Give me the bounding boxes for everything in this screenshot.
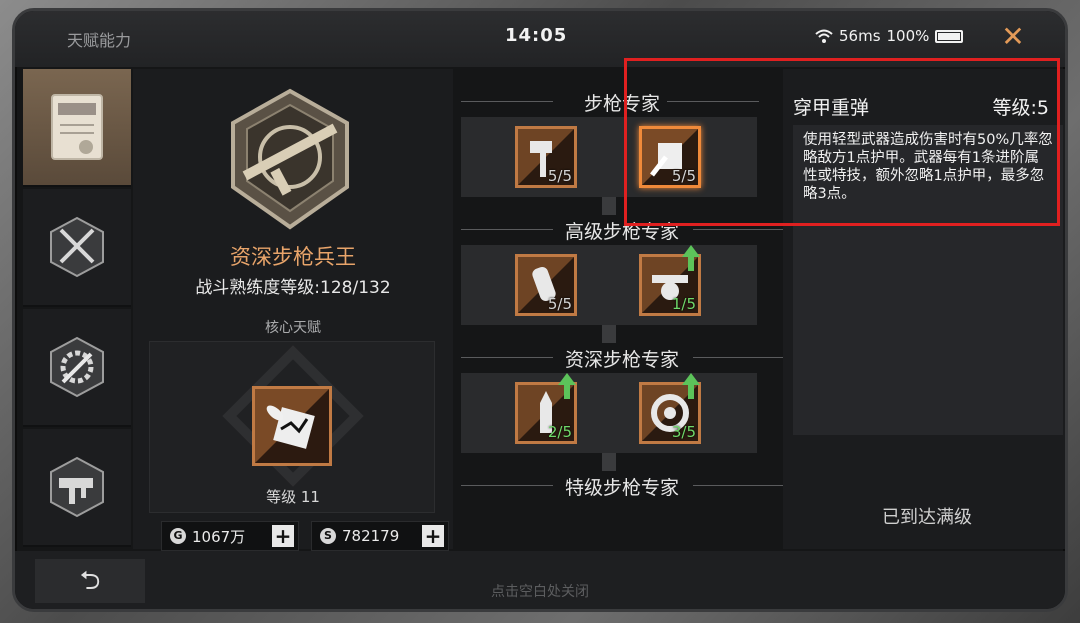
close-button[interactable]: ✕ xyxy=(999,23,1027,51)
tab-smg[interactable] xyxy=(23,429,131,547)
skill-level: 3/5 xyxy=(671,423,696,441)
certificate-icon xyxy=(51,94,103,160)
submachine-gun-icon xyxy=(50,456,104,518)
core-talent-label: 核心天赋 xyxy=(265,320,321,336)
battery-percent: 100% xyxy=(886,27,930,45)
profile-panel: 资深步枪兵王 战斗熟练度等级:128/132 核心天赋 等级 11 G 1067… xyxy=(133,69,453,551)
bottom-bar: ⮌ 点击空白处关闭 xyxy=(15,551,1065,609)
skill-level: 2/5 xyxy=(547,423,572,441)
app-title: 天赋能力 xyxy=(67,31,132,50)
skill-level: 5/5 xyxy=(547,295,572,313)
skill-slot[interactable]: 3/5 xyxy=(639,373,701,444)
skill-level: 1/5 xyxy=(671,295,696,313)
core-talent-button[interactable] xyxy=(252,386,332,466)
tree-connector xyxy=(602,197,616,215)
tier-row: 2/5 3/5 xyxy=(461,373,757,453)
clock: 14:05 xyxy=(505,25,568,46)
rifle-rank-emblem-icon xyxy=(231,88,349,230)
rank-name: 资深步枪兵王 xyxy=(230,245,356,269)
sidebar xyxy=(23,69,131,549)
upgrade-arrow-icon xyxy=(682,245,700,271)
gear-hammer-icon xyxy=(50,336,104,398)
silver-value: 782179 xyxy=(342,527,400,545)
upgrade-arrow-icon xyxy=(682,373,700,399)
coin-icon: G xyxy=(170,528,186,544)
tier-title: 特级步枪专家 xyxy=(564,477,679,499)
red-highlight-box xyxy=(624,58,1060,226)
status-area: 56ms 100% xyxy=(815,27,964,45)
core-talent-level: 等级 11 xyxy=(266,488,320,506)
close-hint: 点击空白处关闭 xyxy=(491,584,589,600)
add-silver-button[interactable]: + xyxy=(422,525,444,547)
tier-title: 资深步枪专家 xyxy=(564,349,679,371)
silver-balance: S 782179 + xyxy=(311,521,449,551)
max-level-status: 已到达满级 xyxy=(882,507,972,528)
mastery-level: 战斗熟练度等级:128/132 xyxy=(195,278,391,298)
skill-slot[interactable]: 2/5 xyxy=(515,373,577,444)
skill-slot[interactable]: 5/5 xyxy=(515,126,577,188)
wifi-icon xyxy=(815,29,833,43)
armor-shatter-icon xyxy=(255,389,329,463)
coin-balance: G 1067万 + xyxy=(161,521,299,551)
skill-slot[interactable]: 1/5 xyxy=(639,245,701,316)
tier-row: 5/5 1/5 xyxy=(461,245,757,325)
battery-icon xyxy=(935,29,964,43)
silver-icon: S xyxy=(320,528,336,544)
crossed-weapons-icon xyxy=(50,216,104,278)
ping-value: 56ms xyxy=(839,27,881,45)
skill-slot[interactable]: 5/5 xyxy=(515,254,577,316)
coin-value: 1067万 xyxy=(192,527,246,546)
skill-level: 5/5 xyxy=(547,167,572,185)
tab-certificate[interactable] xyxy=(23,69,131,187)
tree-connector xyxy=(602,453,616,471)
tab-melee[interactable] xyxy=(23,189,131,307)
core-talent-box: 等级 11 xyxy=(149,341,435,513)
tab-engineering[interactable] xyxy=(23,309,131,427)
add-coins-button[interactable]: + xyxy=(272,525,294,547)
upgrade-arrow-icon xyxy=(558,373,576,399)
tree-connector xyxy=(602,325,616,343)
